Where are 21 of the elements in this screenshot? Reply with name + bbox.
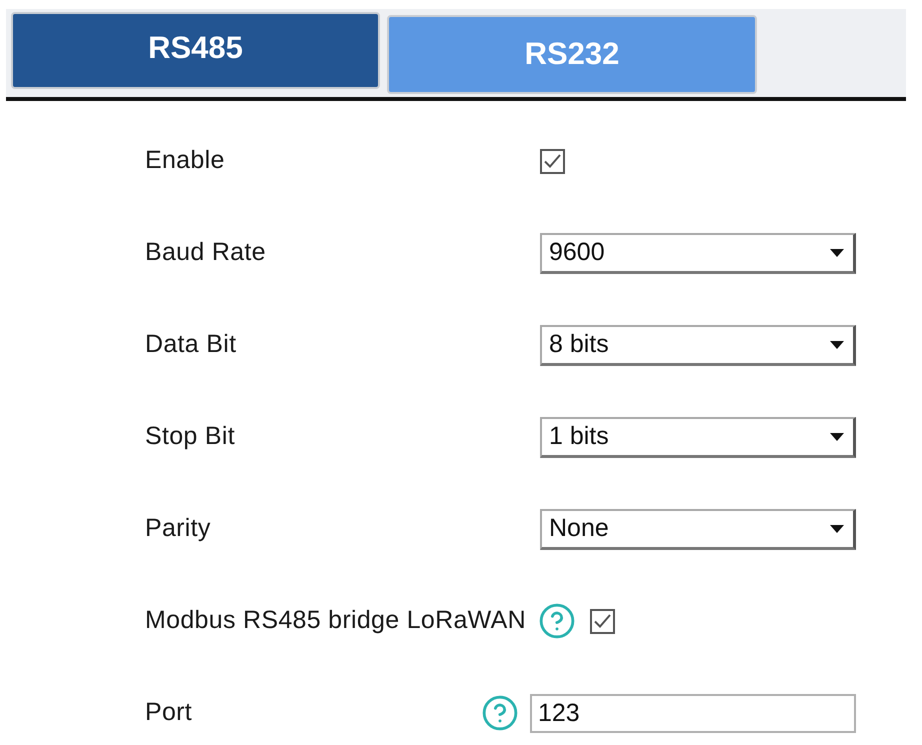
caret-icon xyxy=(829,340,845,350)
select-field[interactable]: 9600 xyxy=(540,232,856,274)
field-label: Modbus RS485 bridge LoRaWAN xyxy=(145,605,526,636)
caret-icon xyxy=(829,432,845,442)
field-label: Data Bit xyxy=(145,329,238,360)
select-field[interactable]: 1 bits xyxy=(540,416,856,458)
caret-icon xyxy=(829,524,845,534)
help-icon[interactable] xyxy=(481,694,519,732)
help-icon[interactable] xyxy=(538,602,576,640)
field-label: Stop Bit xyxy=(145,421,236,452)
caret-icon xyxy=(829,248,845,258)
field-label: Parity xyxy=(145,513,212,544)
tab[interactable]: RS485 xyxy=(11,12,380,89)
select-field[interactable]: None xyxy=(540,508,856,550)
field-label: Enable xyxy=(145,145,226,176)
checkbox[interactable] xyxy=(590,608,615,634)
port-input[interactable]: 123 xyxy=(530,694,856,732)
checkbox[interactable] xyxy=(540,148,565,174)
field-label: Port xyxy=(145,697,194,728)
field-label: Baud Rate xyxy=(145,237,267,268)
select-field[interactable]: 8 bits xyxy=(540,324,856,366)
